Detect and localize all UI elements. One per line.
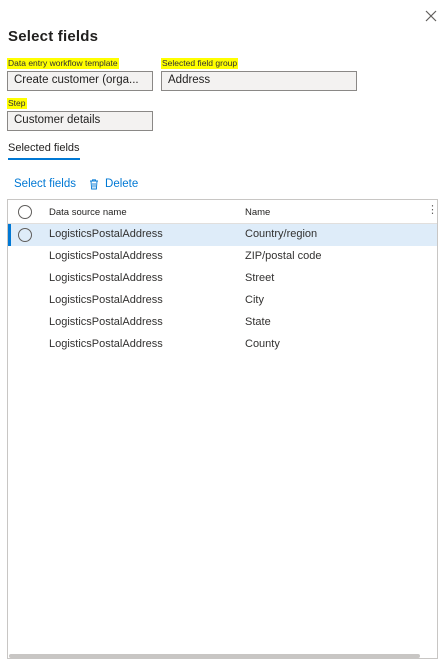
- table-row[interactable]: LogisticsPostalAddress Country/region: [8, 224, 437, 246]
- row-select-radio[interactable]: [18, 228, 32, 242]
- tab-selected-fields[interactable]: Selected fields: [8, 142, 80, 160]
- delete-button[interactable]: Delete: [88, 178, 138, 190]
- template-label: Data entry workflow template: [7, 58, 119, 69]
- more-options-icon[interactable]: ⋮: [427, 203, 438, 216]
- horizontal-scrollbar[interactable]: [9, 654, 420, 658]
- cell-name: ZIP/postal code: [245, 250, 322, 262]
- select-fields-label: Select fields: [14, 178, 77, 190]
- table-row[interactable]: LogisticsPostalAddress County: [8, 334, 437, 356]
- grid-rows: LogisticsPostalAddress Country/region Logi…: [8, 224, 437, 356]
- cell-name: State: [245, 316, 271, 328]
- step-field[interactable]: Customer details: [7, 111, 153, 131]
- field-group-label: Selected field group: [161, 58, 239, 69]
- table-row[interactable]: LogisticsPostalAddress State: [8, 312, 437, 334]
- table-row[interactable]: LogisticsPostalAddress City: [8, 290, 437, 312]
- table-row[interactable]: LogisticsPostalAddress Street: [8, 268, 437, 290]
- select-fields-button[interactable]: Select fields: [14, 178, 76, 190]
- template-field[interactable]: Create customer (orga...: [7, 71, 153, 91]
- page-title: Select fields: [8, 28, 99, 45]
- cell-data-source: LogisticsPostalAddress: [49, 272, 163, 284]
- column-header-data-source[interactable]: Data source name: [49, 207, 127, 218]
- step-label: Step: [7, 98, 27, 109]
- cell-data-source: LogisticsPostalAddress: [49, 228, 163, 240]
- close-icon[interactable]: [423, 8, 439, 24]
- select-all-radio[interactable]: [18, 205, 32, 219]
- cell-name: Street: [245, 272, 275, 284]
- cell-data-source: LogisticsPostalAddress: [49, 294, 163, 306]
- field-group-field[interactable]: Address: [161, 71, 357, 91]
- cell-name: Country/region: [245, 228, 318, 240]
- delete-label: Delete: [105, 178, 139, 190]
- cell-name: City: [245, 294, 264, 306]
- cell-data-source: LogisticsPostalAddress: [49, 316, 163, 328]
- cell-name: County: [245, 338, 280, 350]
- grid-header: Data source name Name ⋮: [8, 200, 438, 224]
- selected-fields-grid: Data source name Name ⋮ LogisticsPostalA…: [7, 199, 438, 659]
- column-header-name[interactable]: Name: [245, 207, 270, 218]
- table-row[interactable]: LogisticsPostalAddress ZIP/postal code: [8, 246, 437, 268]
- trash-icon: [88, 178, 100, 190]
- toolbar: Select fields Delete: [14, 178, 138, 190]
- selection-indicator: [8, 224, 11, 246]
- cell-data-source: LogisticsPostalAddress: [49, 250, 163, 262]
- cell-data-source: LogisticsPostalAddress: [49, 338, 163, 350]
